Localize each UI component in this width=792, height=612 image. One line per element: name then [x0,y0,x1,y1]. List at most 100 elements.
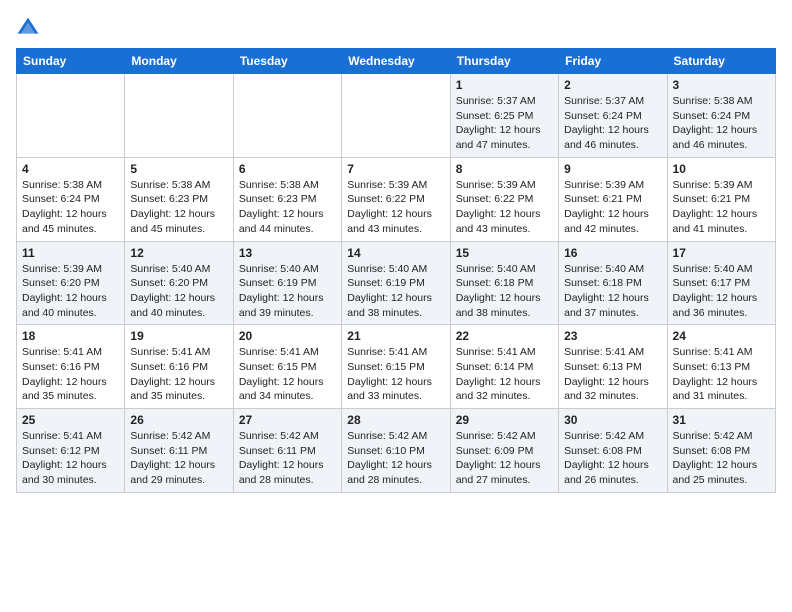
day-number: 4 [22,162,119,176]
day-number: 10 [673,162,770,176]
col-header-thursday: Thursday [450,49,558,74]
col-header-friday: Friday [559,49,667,74]
calendar-week-row: 1 Sunrise: 5:37 AMSunset: 6:25 PMDaylight… [17,74,776,158]
day-info: Sunrise: 5:39 AMSunset: 6:20 PMDaylight:… [22,262,119,321]
calendar-cell: 26 Sunrise: 5:42 AMSunset: 6:11 PMDayligh… [125,409,233,493]
calendar-week-row: 18 Sunrise: 5:41 AMSunset: 6:16 PMDayligh… [17,325,776,409]
day-number: 5 [130,162,227,176]
calendar-cell [125,74,233,158]
calendar-cell: 27Sunrise: 5:42 AMSunset: 6:11 PMDayligh… [233,409,341,493]
day-info: Sunrise: 5:41 AMSunset: 6:16 PMDaylight:… [22,345,119,404]
calendar-cell: 28 Sunrise: 5:42 AMSunset: 6:10 PMDayligh… [342,409,450,493]
day-number: 7 [347,162,444,176]
page-header [16,16,776,40]
day-number: 31 [673,413,770,427]
day-info: Sunrise: 5:41 AMSunset: 6:14 PMDaylight:… [456,345,553,404]
day-info: Sunrise: 5:37 AMSunset: 6:25 PMDaylight:… [456,94,553,153]
day-info: Sunrise: 5:42 AMSunset: 6:11 PMDaylight:… [239,429,336,488]
calendar-cell: 29Sunrise: 5:42 AMSunset: 6:09 PMDayligh… [450,409,558,493]
calendar-cell: 19Sunrise: 5:41 AMSunset: 6:16 PMDayligh… [125,325,233,409]
day-info: Sunrise: 5:39 AMSunset: 6:21 PMDaylight:… [564,178,661,237]
day-number: 17 [673,246,770,260]
calendar-week-row: 4 Sunrise: 5:38 AMSunset: 6:24 PMDaylight… [17,157,776,241]
day-number: 15 [456,246,553,260]
day-number: 11 [22,246,119,260]
calendar-cell: 9Sunrise: 5:39 AMSunset: 6:21 PMDaylight… [559,157,667,241]
calendar-week-row: 11 Sunrise: 5:39 AMSunset: 6:20 PMDayligh… [17,241,776,325]
calendar-cell: 30 Sunrise: 5:42 AMSunset: 6:08 PMDayligh… [559,409,667,493]
day-info: Sunrise: 5:39 AMSunset: 6:22 PMDaylight:… [347,178,444,237]
day-number: 26 [130,413,227,427]
calendar-header-row: SundayMondayTuesdayWednesdayThursdayFrid… [17,49,776,74]
day-info: Sunrise: 5:41 AMSunset: 6:16 PMDaylight:… [130,345,227,404]
calendar-cell: 11 Sunrise: 5:39 AMSunset: 6:20 PMDayligh… [17,241,125,325]
col-header-tuesday: Tuesday [233,49,341,74]
calendar-cell: 12Sunrise: 5:40 AMSunset: 6:20 PMDayligh… [125,241,233,325]
day-number: 16 [564,246,661,260]
day-number: 28 [347,413,444,427]
calendar-cell: 17 Sunrise: 5:40 AMSunset: 6:17 PMDayligh… [667,241,775,325]
calendar-cell: 2 Sunrise: 5:37 AMSunset: 6:24 PMDaylight… [559,74,667,158]
calendar-cell: 6Sunrise: 5:38 AMSunset: 6:23 PMDaylight… [233,157,341,241]
col-header-sunday: Sunday [17,49,125,74]
day-info: Sunrise: 5:39 AMSunset: 6:21 PMDaylight:… [673,178,770,237]
day-number: 18 [22,329,119,343]
day-info: Sunrise: 5:38 AMSunset: 6:23 PMDaylight:… [130,178,227,237]
calendar-cell: 18 Sunrise: 5:41 AMSunset: 6:16 PMDayligh… [17,325,125,409]
calendar-cell: 25Sunrise: 5:41 AMSunset: 6:12 PMDayligh… [17,409,125,493]
calendar-cell: 16 Sunrise: 5:40 AMSunset: 6:18 PMDayligh… [559,241,667,325]
calendar-cell [342,74,450,158]
day-info: Sunrise: 5:40 AMSunset: 6:19 PMDaylight:… [347,262,444,321]
calendar-table: SundayMondayTuesdayWednesdayThursdayFrid… [16,48,776,493]
day-number: 30 [564,413,661,427]
day-number: 25 [22,413,119,427]
day-info: Sunrise: 5:40 AMSunset: 6:18 PMDaylight:… [564,262,661,321]
calendar-cell: 14 Sunrise: 5:40 AMSunset: 6:19 PMDayligh… [342,241,450,325]
day-number: 20 [239,329,336,343]
day-info: Sunrise: 5:42 AMSunset: 6:08 PMDaylight:… [564,429,661,488]
day-info: Sunrise: 5:37 AMSunset: 6:24 PMDaylight:… [564,94,661,153]
calendar-cell: 4 Sunrise: 5:38 AMSunset: 6:24 PMDaylight… [17,157,125,241]
day-number: 22 [456,329,553,343]
logo [16,16,44,40]
day-number: 24 [673,329,770,343]
day-info: Sunrise: 5:42 AMSunset: 6:08 PMDaylight:… [673,429,770,488]
col-header-monday: Monday [125,49,233,74]
day-info: Sunrise: 5:42 AMSunset: 6:11 PMDaylight:… [130,429,227,488]
calendar-cell [233,74,341,158]
day-info: Sunrise: 5:41 AMSunset: 6:15 PMDaylight:… [239,345,336,404]
calendar-cell: 5 Sunrise: 5:38 AMSunset: 6:23 PMDaylight… [125,157,233,241]
logo-icon [16,16,40,40]
day-number: 29 [456,413,553,427]
calendar-cell: 13Sunrise: 5:40 AMSunset: 6:19 PMDayligh… [233,241,341,325]
calendar-cell: 7 Sunrise: 5:39 AMSunset: 6:22 PMDaylight… [342,157,450,241]
calendar-week-row: 25Sunrise: 5:41 AMSunset: 6:12 PMDayligh… [17,409,776,493]
calendar-cell: 24 Sunrise: 5:41 AMSunset: 6:13 PMDayligh… [667,325,775,409]
day-info: Sunrise: 5:39 AMSunset: 6:22 PMDaylight:… [456,178,553,237]
day-number: 23 [564,329,661,343]
day-number: 1 [456,78,553,92]
calendar-cell: 1 Sunrise: 5:37 AMSunset: 6:25 PMDaylight… [450,74,558,158]
day-info: Sunrise: 5:40 AMSunset: 6:17 PMDaylight:… [673,262,770,321]
day-info: Sunrise: 5:38 AMSunset: 6:24 PMDaylight:… [22,178,119,237]
day-number: 8 [456,162,553,176]
calendar-cell: 23 Sunrise: 5:41 AMSunset: 6:13 PMDayligh… [559,325,667,409]
day-number: 21 [347,329,444,343]
day-info: Sunrise: 5:41 AMSunset: 6:15 PMDaylight:… [347,345,444,404]
col-header-wednesday: Wednesday [342,49,450,74]
calendar-cell [17,74,125,158]
day-number: 2 [564,78,661,92]
day-info: Sunrise: 5:38 AMSunset: 6:23 PMDaylight:… [239,178,336,237]
calendar-cell: 20 Sunrise: 5:41 AMSunset: 6:15 PMDayligh… [233,325,341,409]
day-info: Sunrise: 5:41 AMSunset: 6:13 PMDaylight:… [564,345,661,404]
day-number: 3 [673,78,770,92]
day-info: Sunrise: 5:40 AMSunset: 6:20 PMDaylight:… [130,262,227,321]
calendar-cell: 31 Sunrise: 5:42 AMSunset: 6:08 PMDayligh… [667,409,775,493]
calendar-cell: 8 Sunrise: 5:39 AMSunset: 6:22 PMDaylight… [450,157,558,241]
day-number: 13 [239,246,336,260]
day-info: Sunrise: 5:38 AMSunset: 6:24 PMDaylight:… [673,94,770,153]
day-info: Sunrise: 5:41 AMSunset: 6:13 PMDaylight:… [673,345,770,404]
day-number: 14 [347,246,444,260]
day-info: Sunrise: 5:42 AMSunset: 6:10 PMDaylight:… [347,429,444,488]
calendar-cell: 10 Sunrise: 5:39 AMSunset: 6:21 PMDayligh… [667,157,775,241]
